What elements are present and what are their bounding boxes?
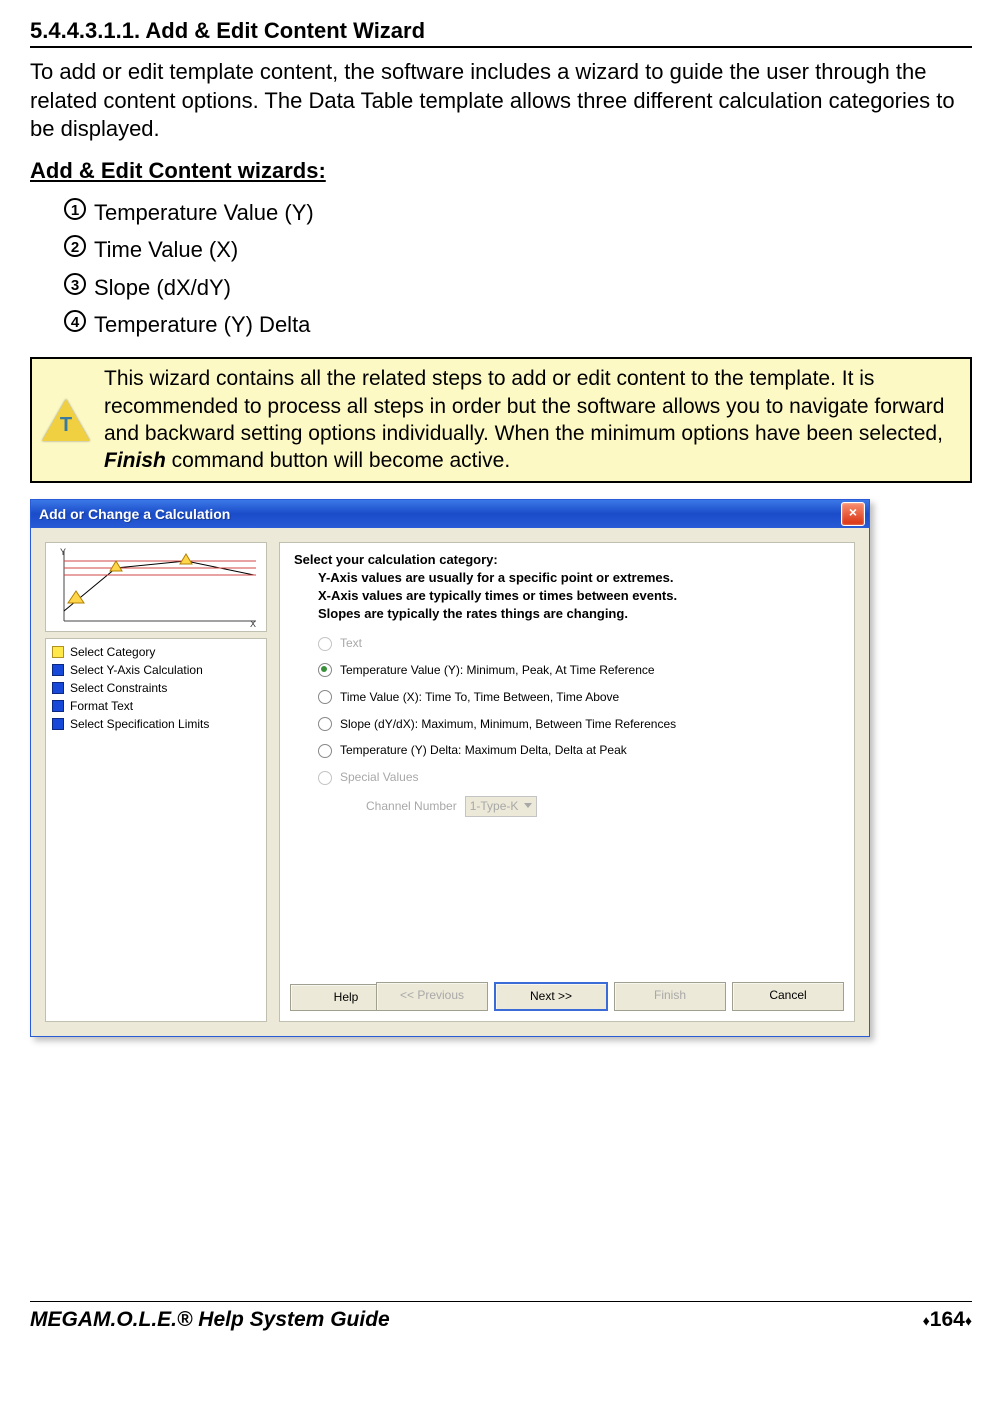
wizard-list: 1 Temperature Value (Y) 2 Time Value (X)… [30, 194, 972, 344]
step-marker-current-icon [52, 646, 64, 658]
bullet-4: 4 [64, 310, 86, 332]
footer-title: MEGAM.O.L.E.® Help System Guide [30, 1308, 390, 1332]
list-item: 4 Temperature (Y) Delta [64, 306, 972, 343]
radio-option-slope[interactable]: Slope (dY/dX): Maximum, Minimum, Between… [318, 716, 840, 733]
step-row[interactable]: Select Y-Axis Calculation [52, 661, 260, 679]
step-marker-icon [52, 700, 64, 712]
preview-thumbnail: Y X [45, 542, 267, 632]
step-row[interactable]: Format Text [52, 697, 260, 715]
bullet-3: 3 [64, 273, 86, 295]
previous-button: << Previous [376, 982, 488, 1011]
list-item-label: Time Value (X) [94, 237, 238, 262]
prompt-line: X-Axis values are typically times or tim… [294, 587, 840, 605]
intro-paragraph: To add or edit template content, the sof… [30, 58, 972, 144]
step-row[interactable]: Select Constraints [52, 679, 260, 697]
radio-icon[interactable] [318, 663, 332, 677]
step-marker-icon [52, 682, 64, 694]
finish-button: Finish [614, 982, 726, 1011]
step-marker-icon [52, 664, 64, 676]
bullet-2: 2 [64, 235, 86, 257]
footer-page-number: ♦164♦ [923, 1308, 972, 1332]
radio-icon[interactable] [318, 690, 332, 704]
radio-option-temp-delta[interactable]: Temperature (Y) Delta: Maximum Delta, De… [318, 742, 840, 759]
prompt-heading: Select your calculation category: [294, 551, 840, 569]
step-row[interactable]: Select Category [52, 643, 260, 661]
radio-group: Text Temperature Value (Y): Minimum, Pea… [294, 635, 840, 817]
step-label: Select Category [70, 643, 155, 661]
radio-option-special: Special Values [318, 769, 840, 786]
radio-option-temp-y[interactable]: Temperature Value (Y): Minimum, Peak, At… [318, 662, 840, 679]
step-row[interactable]: Select Specification Limits [52, 715, 260, 733]
page-footer: MEGAM.O.L.E.® Help System Guide ♦164♦ [30, 1301, 972, 1332]
sub-heading: Add & Edit Content wizards: [30, 158, 972, 184]
radio-label: Special Values [340, 769, 419, 786]
prompt-line: Y-Axis values are usually for a specific… [294, 569, 840, 587]
step-label: Select Constraints [70, 679, 167, 697]
step-label: Select Specification Limits [70, 715, 209, 733]
wizard-dialog: Add or Change a Calculation × Y X [30, 499, 870, 1037]
radio-label: Temperature Value (Y): Minimum, Peak, At… [340, 662, 655, 679]
list-item: 2 Time Value (X) [64, 231, 972, 268]
dialog-title: Add or Change a Calculation [39, 506, 230, 522]
radio-option-text: Text [318, 635, 840, 652]
channel-dropdown: 1-Type-K [465, 796, 538, 817]
step-label: Select Y-Axis Calculation [70, 661, 203, 679]
list-item: 3 Slope (dX/dY) [64, 269, 972, 306]
close-icon[interactable]: × [841, 502, 865, 526]
svg-text:X: X [250, 619, 256, 629]
tip-text: This wizard contains all the related ste… [104, 365, 960, 474]
radio-label: Temperature (Y) Delta: Maximum Delta, De… [340, 742, 627, 759]
channel-label: Channel Number [366, 798, 457, 815]
dialog-titlebar[interactable]: Add or Change a Calculation × [31, 500, 869, 528]
prompt-line: Slopes are typically the rates things ar… [294, 605, 840, 623]
next-button[interactable]: Next >> [494, 982, 608, 1011]
tip-icon: T [42, 396, 90, 444]
wizard-step-list: Select Category Select Y-Axis Calculatio… [45, 638, 267, 1022]
radio-option-time-x[interactable]: Time Value (X): Time To, Time Between, T… [318, 689, 840, 706]
cancel-button[interactable]: Cancel [732, 982, 844, 1011]
list-item-label: Slope (dX/dY) [94, 275, 231, 300]
svg-text:Y: Y [60, 547, 66, 557]
list-item-label: Temperature Value (Y) [94, 200, 314, 225]
channel-number-row: Channel Number 1-Type-K [366, 796, 840, 817]
section-heading: 5.4.4.3.1.1. Add & Edit Content Wizard [30, 18, 972, 48]
list-item-label: Temperature (Y) Delta [94, 312, 310, 337]
radio-icon[interactable] [318, 744, 332, 758]
wizard-content-panel: Select your calculation category: Y-Axis… [279, 542, 855, 1022]
radio-label: Slope (dY/dX): Maximum, Minimum, Between… [340, 716, 676, 733]
radio-icon[interactable] [318, 717, 332, 731]
radio-icon [318, 771, 332, 785]
step-label: Format Text [70, 697, 133, 715]
radio-icon [318, 637, 332, 651]
bullet-1: 1 [64, 198, 86, 220]
list-item: 1 Temperature Value (Y) [64, 194, 972, 231]
radio-label: Text [340, 635, 362, 652]
tip-callout: T This wizard contains all the related s… [30, 357, 972, 482]
step-marker-icon [52, 718, 64, 730]
radio-label: Time Value (X): Time To, Time Between, T… [340, 689, 619, 706]
